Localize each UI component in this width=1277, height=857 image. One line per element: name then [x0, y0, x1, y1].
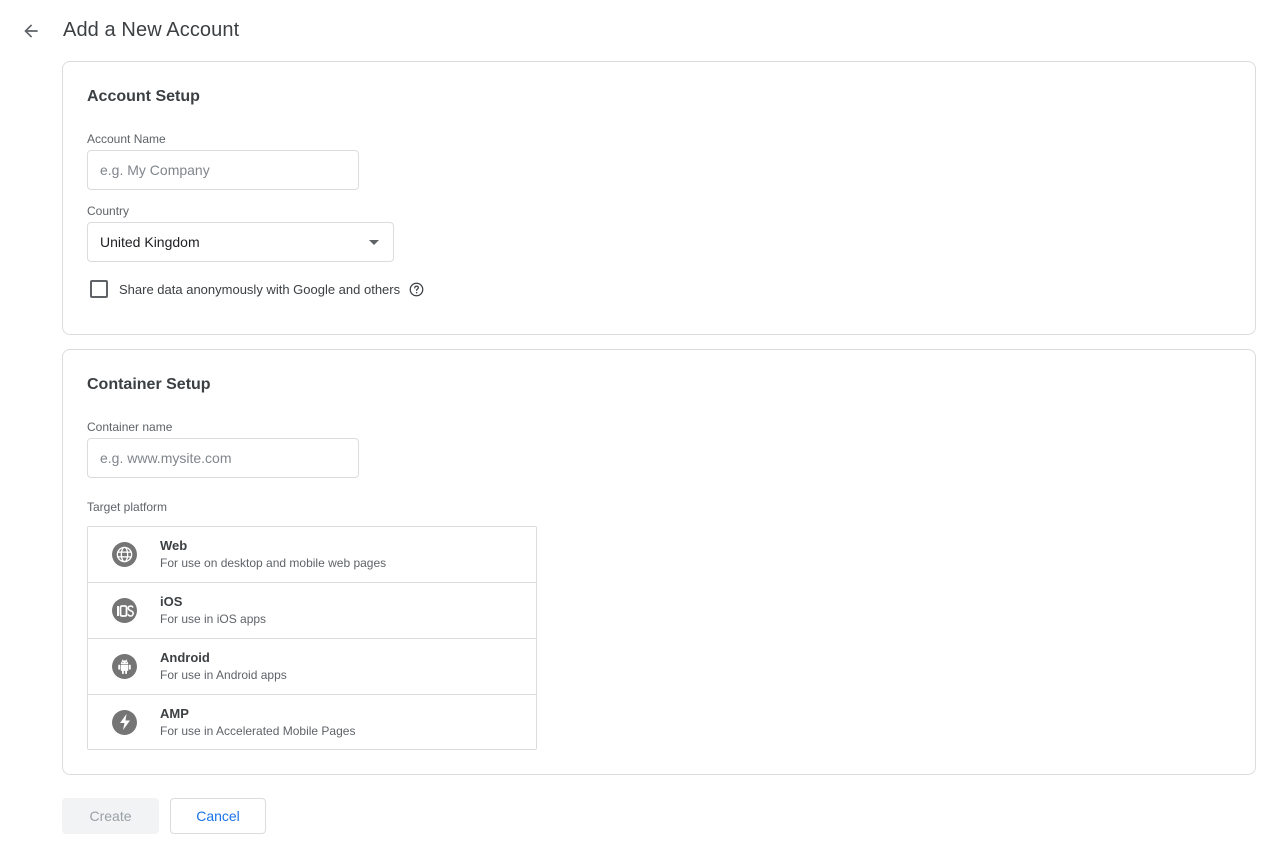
platform-text: Android For use in Android apps — [160, 650, 287, 683]
share-data-label: Share data anonymously with Google and o… — [119, 281, 401, 297]
country-select-value: United Kingdom — [100, 234, 200, 250]
container-name-input[interactable] — [87, 438, 359, 478]
platform-name: iOS — [160, 594, 183, 609]
help-icon[interactable] — [409, 282, 424, 297]
platform-description: For use in iOS apps — [160, 612, 267, 626]
platform-text: iOS For use in iOS apps — [160, 594, 266, 627]
platform-option-amp[interactable]: AMP For use in Accelerated Mobile Pages — [88, 695, 536, 749]
platform-text: Web For use on desktop and mobile web pa… — [160, 538, 386, 571]
globe-icon — [112, 542, 137, 567]
ios-icon — [112, 598, 137, 623]
account-name-label: Account Name — [87, 132, 166, 146]
container-setup-card: Container Setup Container name Target pl… — [62, 349, 1256, 775]
platform-name: AMP — [160, 705, 189, 721]
create-button[interactable]: Create — [62, 798, 159, 834]
country-select[interactable]: United Kingdom — [87, 222, 394, 262]
account-setup-card: Account Setup Account Name Country Unite… — [62, 61, 1256, 335]
country-label: Country — [87, 204, 130, 218]
add-account-page: Add a New Account Account Setup Account … — [0, 0, 1277, 857]
share-data-row: Share data anonymously with Google and o… — [90, 280, 424, 298]
cancel-button[interactable]: Cancel — [170, 798, 266, 834]
platform-option-android[interactable]: Android For use in Android apps — [88, 639, 536, 695]
arrow-back-icon — [24, 24, 38, 38]
back-button[interactable] — [16, 16, 46, 46]
account-setup-title: Account Setup — [87, 88, 200, 105]
platform-text: AMP For use in Accelerated Mobile Pages — [160, 706, 355, 739]
android-icon — [112, 654, 137, 679]
account-name-input[interactable] — [87, 150, 359, 190]
platform-name: Android — [160, 650, 210, 665]
platform-description: For use in Accelerated Mobile Pages — [160, 723, 356, 738]
share-data-checkbox[interactable] — [90, 280, 108, 298]
target-platform-label: Target platform — [87, 500, 168, 514]
platform-option-web[interactable]: Web For use on desktop and mobile web pa… — [88, 527, 536, 583]
page-title: Add a New Account — [63, 19, 240, 41]
lightning-bolt-icon — [112, 709, 137, 735]
platform-description: For use on desktop and mobile web pages — [160, 556, 387, 570]
dropdown-arrow-icon — [369, 239, 379, 245]
platform-list: Web For use on desktop and mobile web pa… — [87, 526, 537, 750]
container-setup-title: Container Setup — [87, 376, 211, 393]
platform-description: For use in Android apps — [160, 668, 287, 682]
platform-option-ios[interactable]: iOS For use in iOS apps — [88, 583, 536, 639]
platform-name: Web — [160, 538, 188, 553]
container-name-label: Container name — [87, 420, 173, 434]
